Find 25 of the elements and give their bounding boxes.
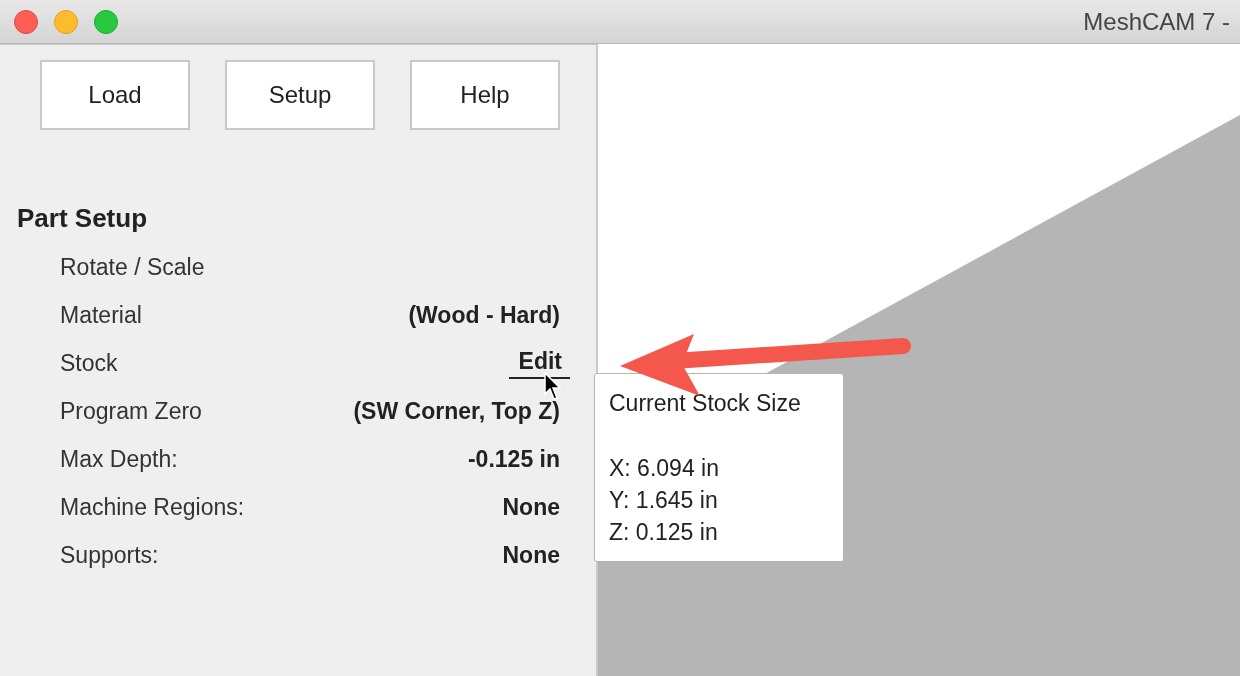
setting-value: (SW Corner, Top Z)	[353, 397, 560, 425]
cursor-icon	[544, 372, 564, 402]
tooltip-line: Z: 0.125 in	[609, 518, 719, 547]
tooltip-line: Y: 1.645 in	[609, 486, 719, 515]
window-title: MeshCAM 7 -	[1083, 7, 1230, 36]
zoom-button[interactable]	[94, 9, 118, 34]
setting-label: Rotate / Scale	[60, 253, 205, 281]
setting-label: Supports:	[60, 541, 159, 569]
toolbar-button[interactable]: Help	[410, 60, 560, 130]
setting-label: Material	[60, 301, 142, 329]
close-button[interactable]	[14, 9, 38, 34]
setting-value: (Wood - Hard)	[408, 301, 560, 329]
setting-value: None	[502, 493, 560, 521]
setting-label: Machine Regions:	[60, 493, 245, 521]
section-title: Part Setup	[17, 203, 149, 234]
setting-value: -0.125 in	[467, 445, 560, 473]
setting-label: Program Zero	[60, 397, 202, 425]
setting-value: None	[502, 541, 560, 569]
setting-label: Stock	[60, 349, 118, 377]
tooltip-title: Current Stock Size	[609, 390, 802, 417]
setting-label: Max Depth:	[60, 445, 178, 473]
minimize-button[interactable]	[54, 9, 78, 34]
toolbar-button[interactable]: Load	[40, 60, 190, 130]
tooltip-line: X: 6.094 in	[609, 454, 720, 483]
toolbar-button[interactable]: Setup	[225, 60, 375, 130]
